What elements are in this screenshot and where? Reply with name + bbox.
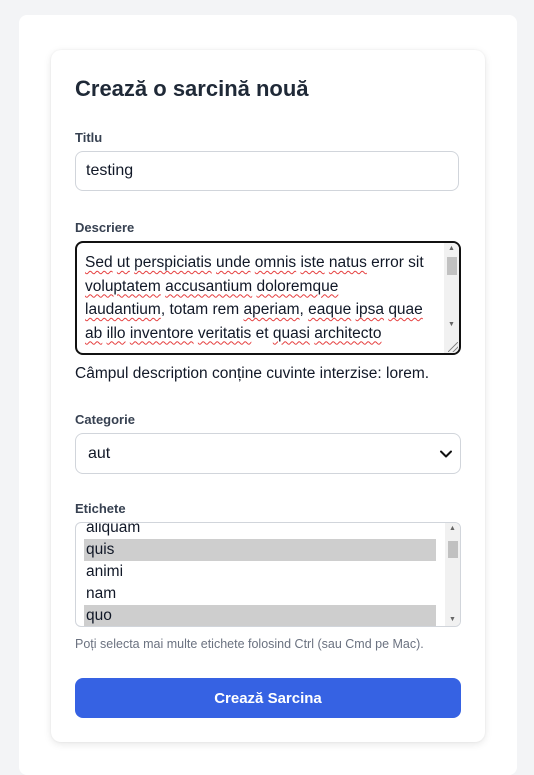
- misspelled-word: ut: [116, 254, 130, 271]
- tag-option[interactable]: animi: [84, 561, 436, 583]
- chevron-down-icon: [440, 450, 452, 458]
- tags-scrollbar[interactable]: ▲ ▼: [445, 523, 460, 626]
- misspelled-word: illo: [106, 324, 126, 342]
- scroll-thumb[interactable]: [447, 257, 457, 275]
- tag-option[interactable]: aliquam: [84, 523, 436, 539]
- description-line: Sed ut perspiciatis unde omnis iste natu…: [85, 251, 440, 275]
- text-segment: et: [251, 324, 273, 342]
- misspelled-word: quae: [388, 301, 423, 318]
- tag-option[interactable]: quis: [84, 539, 436, 561]
- misspelled-word: ipsa: [355, 301, 384, 318]
- description-label: Descriere: [75, 220, 135, 235]
- tags-multiselect[interactable]: aliquam quis animi nam quo ▲ ▼: [75, 522, 461, 627]
- tag-option[interactable]: nam: [84, 583, 436, 605]
- title-input[interactable]: [75, 151, 459, 191]
- create-task-button[interactable]: Crează Sarcina: [75, 678, 461, 718]
- description-error: Câmpul description conține cuvinte inter…: [75, 365, 430, 382]
- description-line: voluptatem accusantium doloremque: [85, 275, 440, 299]
- misspelled-word: perspiciatis: [134, 254, 212, 271]
- text-segment: , totam rem: [160, 301, 244, 318]
- misspelled-word: aperiam: [243, 301, 300, 318]
- misspelled-word: architecto: [314, 324, 382, 342]
- tags-hint: Poți selecta mai multe etichete folosind…: [75, 637, 424, 651]
- description-textarea[interactable]: Sed ut perspiciatis unde omnis iste natu…: [75, 241, 461, 355]
- scroll-up-icon[interactable]: ▲: [444, 243, 459, 255]
- misspelled-word: laudantium: [85, 301, 161, 318]
- category-selected-value: aut: [88, 445, 111, 462]
- description-text: Sed ut perspiciatis unde omnis iste natu…: [85, 251, 440, 345]
- category-select[interactable]: aut: [75, 433, 461, 474]
- description-line: ab illo inventore veritatis et quasi arc…: [85, 322, 440, 346]
- misspelled-word: eaque: [308, 301, 352, 318]
- form-title: Crează o sarcină nouă: [75, 76, 309, 101]
- tag-option[interactable]: quo: [84, 605, 436, 626]
- misspelled-word: natus: [328, 254, 367, 271]
- create-task-form: Crează o sarcină nouă Titlu Descriere Se…: [51, 50, 485, 742]
- tags-label: Etichete: [75, 501, 126, 516]
- resize-grip-icon[interactable]: [448, 342, 458, 352]
- scroll-up-icon[interactable]: ▲: [445, 523, 460, 535]
- misspelled-word: omnis: [254, 254, 297, 271]
- misspelled-word: quasi: [272, 324, 310, 342]
- misspelled-word: inventore: [129, 324, 194, 342]
- title-label: Titlu: [75, 130, 103, 145]
- category-label: Categorie: [75, 412, 135, 427]
- text-segment: ,: [299, 301, 309, 318]
- misspelled-word: ab: [85, 324, 103, 342]
- misspelled-word: veritatis: [197, 324, 252, 342]
- description-scrollbar[interactable]: ▲ ▼: [444, 243, 459, 353]
- description-line: laudantium, totam rem aperiam, eaque ips…: [85, 298, 440, 322]
- misspelled-word: accusantium: [165, 277, 253, 295]
- scroll-thumb[interactable]: [448, 541, 458, 558]
- misspelled-word: doloremque: [256, 277, 339, 295]
- misspelled-word: Sed: [85, 254, 113, 271]
- misspelled-word: unde: [216, 254, 251, 271]
- misspelled-word: voluptatem: [85, 277, 161, 295]
- scroll-down-icon[interactable]: ▼: [445, 614, 460, 626]
- misspelled-word: iste: [300, 254, 325, 271]
- text-segment: error sit: [366, 254, 424, 271]
- scroll-down-icon[interactable]: ▼: [444, 319, 459, 331]
